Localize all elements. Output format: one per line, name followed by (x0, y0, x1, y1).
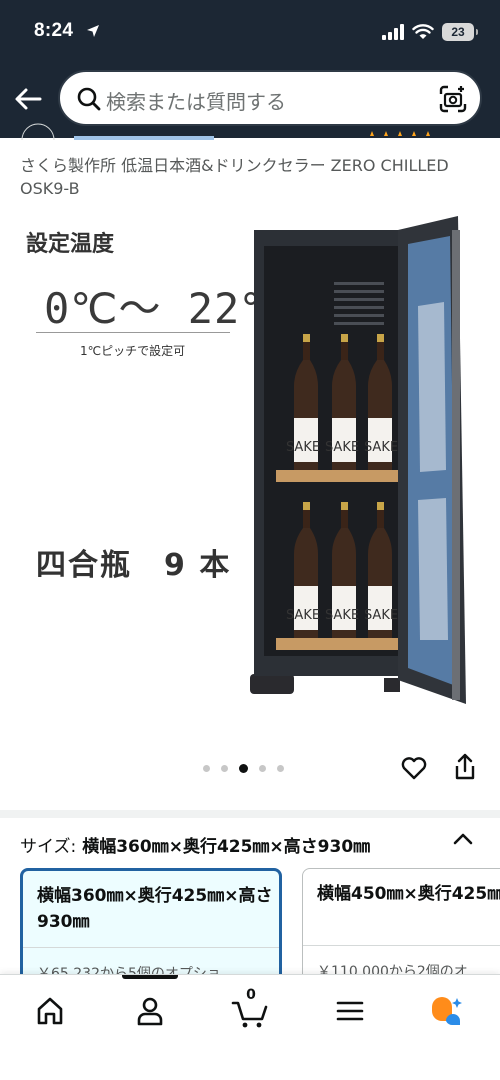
rufus-icon[interactable] (426, 991, 466, 1031)
status-time: 8:24 (34, 20, 74, 41)
heart-icon[interactable] (400, 754, 428, 782)
camera-search-icon[interactable] (438, 84, 468, 114)
home-icon[interactable] (30, 991, 70, 1031)
bottle-labels-top: SAKE SAKE SAKE (285, 440, 399, 455)
carousel-dot[interactable] (277, 765, 284, 772)
status-indicators: 23 (382, 20, 478, 44)
partially-hidden-rating-row (0, 118, 500, 140)
carousel-dot-active[interactable] (239, 764, 248, 773)
image-divider (36, 332, 230, 333)
search-input[interactable]: 検索または質問する (106, 86, 286, 115)
image-bottle-count: 四合瓶 9 本 (36, 548, 232, 583)
image-temp-note: 1℃ピッチで設定可 (80, 344, 186, 358)
image-temp-label: 設定温度 (26, 232, 115, 257)
option-divider (23, 947, 279, 948)
size-label: サイズ: (20, 837, 77, 857)
battery-indicator: 23 (442, 23, 478, 41)
option-divider (303, 945, 500, 946)
size-selector-header[interactable]: サイズ: 横幅360㎜×奥行425㎜×高さ930㎜ (20, 832, 370, 857)
bottom-navigation: 0 (0, 974, 500, 1080)
carousel-dot[interactable] (259, 765, 266, 772)
wine-cellar-image (250, 216, 466, 704)
size-selected-value: 横幅360㎜×奥行425㎜×高さ930㎜ (82, 837, 371, 857)
section-divider (0, 810, 500, 818)
cart-button[interactable]: 0 (230, 987, 270, 1031)
screen: { "status_bar": { "time": "8:24", "batte… (0, 0, 500, 1080)
cart-count: 0 (246, 987, 256, 1003)
share-icon[interactable] (451, 752, 479, 782)
carousel-dot[interactable] (221, 765, 228, 772)
wifi-icon (412, 24, 434, 39)
account-icon[interactable] (130, 991, 170, 1031)
back-arrow-icon[interactable] (12, 82, 46, 116)
bottle-labels-bottom: SAKE SAKE SAKE (285, 608, 399, 623)
carousel-dots[interactable] (203, 764, 284, 773)
size-option-title: 横幅360㎜×奥行425㎜×高さ930㎜ (37, 886, 273, 932)
signal-icon (382, 24, 404, 40)
menu-icon[interactable] (330, 991, 370, 1031)
active-tab-indicator (122, 975, 178, 979)
location-arrow-icon (87, 25, 99, 37)
chevron-up-icon[interactable] (450, 828, 476, 850)
size-option-title: 横幅450㎜×奥行425㎜×高さ1410㎜ (317, 884, 500, 904)
product-title[interactable]: さくら製作所 低温日本酒&ドリンクセラー ZERO CHILLED OSK9-B (20, 154, 480, 200)
carousel-dot[interactable] (203, 765, 210, 772)
search-icon (77, 87, 101, 111)
